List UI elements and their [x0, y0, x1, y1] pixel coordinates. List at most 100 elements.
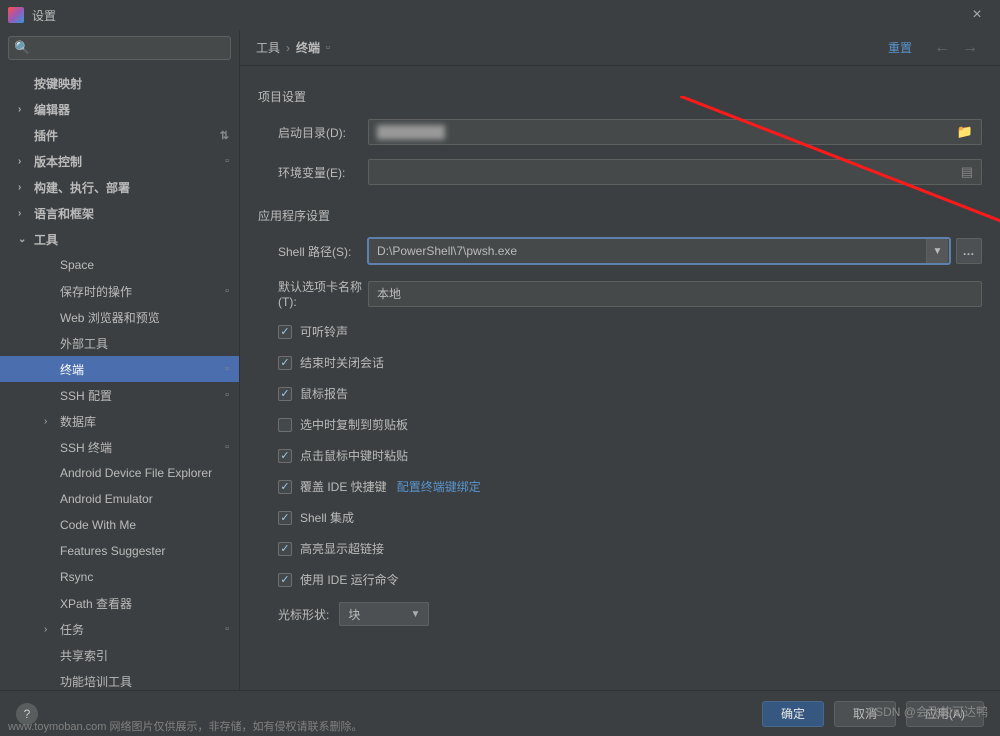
shell-path-input[interactable]: D:\PowerShell\7\pwsh.exe ▼	[368, 238, 950, 264]
checkbox[interactable]	[278, 418, 292, 432]
window-title: 设置	[32, 7, 962, 24]
shell-path-row: Shell 路径(S): D:\PowerShell\7\pwsh.exe ▼ …	[258, 238, 982, 264]
browse-button[interactable]: …	[956, 238, 982, 264]
checkbox-label: 鼠标报告	[300, 385, 348, 402]
sidebar-item-label: 终端	[60, 361, 84, 378]
sidebar-item[interactable]: Android Device File Explorer	[0, 460, 239, 486]
dialog-body: 🔍 按键映射›编辑器插件⇅›版本控制▫›构建、执行、部署›语言和框架⌄工具Spa…	[0, 30, 1000, 690]
sidebar-item[interactable]: Rsync	[0, 564, 239, 590]
cursor-shape-label: 光标形状:	[278, 606, 329, 623]
checkbox-row: 点击鼠标中键时粘贴	[278, 447, 982, 464]
sidebar-item[interactable]: 插件⇅	[0, 122, 239, 148]
sidebar-item[interactable]: 按键映射	[0, 70, 239, 96]
sidebar-item-label: Android Emulator	[60, 492, 153, 506]
sidebar-item-label: 插件	[34, 127, 58, 144]
shell-path-label: Shell 路径(S):	[258, 243, 368, 260]
sidebar-item[interactable]: XPath 查看器	[0, 590, 239, 616]
sidebar-item[interactable]: 共享索引	[0, 642, 239, 668]
sidebar-item[interactable]: Code With Me	[0, 512, 239, 538]
scope-badge-icon: ▫	[225, 363, 229, 375]
sidebar-item-label: 保存时的操作	[60, 283, 132, 300]
config-link[interactable]: 配置终端键绑定	[397, 478, 481, 495]
forward-icon[interactable]: →	[962, 39, 978, 57]
sidebar-item[interactable]: ›语言和框架	[0, 200, 239, 226]
tab-name-label: 默认选项卡名称(T):	[258, 278, 368, 309]
checkbox-row: 选中时复制到剪贴板	[278, 416, 982, 433]
sidebar-item-label: 版本控制	[34, 153, 82, 170]
sidebar-item[interactable]: ›构建、执行、部署	[0, 174, 239, 200]
checkbox-row: 覆盖 IDE 快捷键配置终端键绑定	[278, 478, 982, 495]
breadcrumb: 工具 › 终端 ▫ 重置 ← →	[240, 30, 1000, 66]
checkbox[interactable]	[278, 449, 292, 463]
sidebar-item[interactable]: Web 浏览器和预览	[0, 304, 239, 330]
sidebar-item[interactable]: 外部工具	[0, 330, 239, 356]
sidebar-item[interactable]: ›版本控制▫	[0, 148, 239, 174]
sidebar: 🔍 按键映射›编辑器插件⇅›版本控制▫›构建、执行、部署›语言和框架⌄工具Spa…	[0, 30, 240, 690]
checkbox[interactable]	[278, 387, 292, 401]
sidebar-item[interactable]: SSH 配置 ▫	[0, 382, 239, 408]
startup-dir-input[interactable]: ████████ 📁	[368, 119, 982, 145]
tab-name-row: 默认选项卡名称(T): 本地	[258, 278, 982, 309]
checkbox-row: 使用 IDE 运行命令	[278, 571, 982, 588]
sidebar-item[interactable]: ⌄工具	[0, 226, 239, 252]
env-input[interactable]: ▤	[368, 159, 982, 185]
scope-badge-icon: ▫	[225, 389, 229, 401]
chevron-down-icon: ▼	[410, 609, 420, 620]
search-input[interactable]	[8, 36, 231, 60]
checkbox[interactable]	[278, 542, 292, 556]
sidebar-item-label: 数据库	[60, 413, 96, 430]
sidebar-item-label: 按键映射	[34, 75, 82, 92]
watermark: CSDN @会飞的可达鸭	[866, 703, 988, 720]
startup-dir-label: 启动目录(D):	[258, 124, 368, 141]
sidebar-item-label: SSH 终端	[60, 439, 112, 456]
sidebar-item-label: SSH 配置	[60, 387, 112, 404]
checkbox-label: 可听铃声	[300, 323, 348, 340]
section-app: 应用程序设置	[258, 207, 982, 224]
checkbox-label: 选中时复制到剪贴板	[300, 416, 408, 433]
sidebar-item[interactable]: ›任务▫	[0, 616, 239, 642]
project-scope-icon: ▫	[326, 42, 330, 54]
checkbox-label: 覆盖 IDE 快捷键	[300, 478, 387, 495]
checkbox-label: 结束时关闭会话	[300, 354, 384, 371]
checkbox[interactable]	[278, 356, 292, 370]
chevron-right-icon: ›	[286, 41, 290, 55]
checkbox[interactable]	[278, 511, 292, 525]
sidebar-item[interactable]: ›编辑器	[0, 96, 239, 122]
sidebar-item-label: Rsync	[60, 570, 93, 584]
checkbox-row: 高亮显示超链接	[278, 540, 982, 557]
checkbox[interactable]	[278, 325, 292, 339]
sidebar-item[interactable]: › 数据库	[0, 408, 239, 434]
scope-badge-icon: ▫	[225, 441, 229, 453]
watermark-footer: www.toymoban.com 网络图片仅供展示，非存储，如有侵权请联系删除。	[8, 718, 362, 734]
startup-dir-row: 启动目录(D): ████████ 📁	[258, 119, 982, 145]
sidebar-item[interactable]: 保存时的操作▫	[0, 278, 239, 304]
scope-badge-icon: ▫	[225, 155, 229, 167]
tree-arrow-icon: ›	[44, 416, 56, 427]
checkbox[interactable]	[278, 480, 292, 494]
ok-button[interactable]: 确定	[762, 701, 824, 727]
checkbox-label: 点击鼠标中键时粘贴	[300, 447, 408, 464]
tree-arrow-icon: ›	[18, 104, 30, 115]
cursor-shape-select[interactable]: 块 ▼	[339, 602, 429, 626]
back-icon[interactable]: ←	[934, 39, 950, 57]
sidebar-item[interactable]: 功能培训工具	[0, 668, 239, 690]
sidebar-item[interactable]: Android Emulator	[0, 486, 239, 512]
reset-link[interactable]: 重置	[888, 39, 912, 56]
list-icon[interactable]: ▤	[961, 164, 973, 180]
sidebar-item[interactable]: SSH 终端 ▫	[0, 434, 239, 460]
sidebar-item[interactable]: Space	[0, 252, 239, 278]
close-icon[interactable]: ×	[962, 6, 992, 24]
sidebar-item-label: 功能培训工具	[60, 673, 132, 690]
tab-name-input[interactable]: 本地	[368, 281, 982, 307]
settings-tree[interactable]: 按键映射 ›编辑器插件⇅ › 版本控制 ▫ ›构建、执行、部署›语言和框架⌄工具Space…	[0, 66, 239, 690]
sidebar-item[interactable]: Features Suggester	[0, 538, 239, 564]
sidebar-item[interactable]: 终端 ▫	[0, 356, 239, 382]
chevron-down-icon[interactable]: ▼	[926, 239, 948, 263]
scope-badge-icon: ▫	[225, 623, 229, 635]
checkbox-row: 结束时关闭会话	[278, 354, 982, 371]
sidebar-item-label: Android Device File Explorer	[60, 466, 212, 480]
checkbox[interactable]	[278, 573, 292, 587]
breadcrumb-root[interactable]: 工具	[256, 39, 280, 56]
content: 项目设置 启动目录(D): ████████ 📁 环境变量(E): ▤ 应用程序…	[240, 66, 1000, 690]
folder-icon[interactable]: 📁	[957, 124, 973, 140]
